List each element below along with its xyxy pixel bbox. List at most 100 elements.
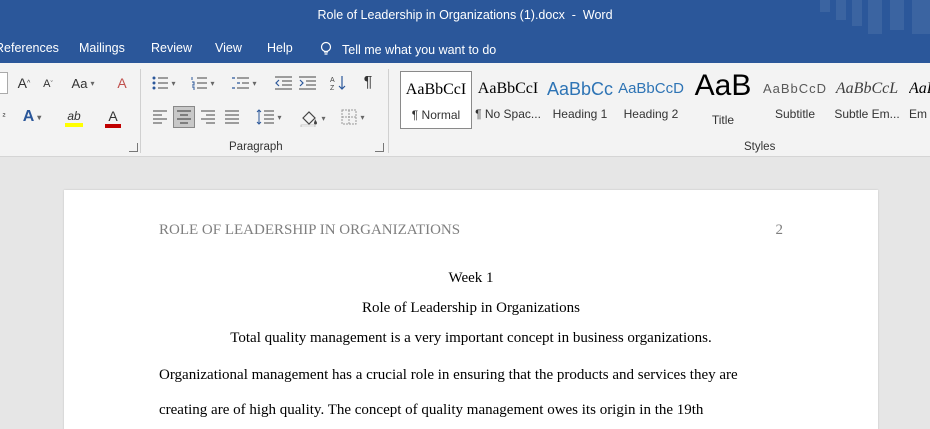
style-sample: AaBl bbox=[909, 80, 930, 97]
sort-az-icon: AZ bbox=[330, 76, 346, 91]
show-formatting-button[interactable]: ¶ bbox=[358, 73, 378, 93]
chevron-down-icon: ▾ bbox=[37, 112, 42, 122]
chevron-down-icon: ▾ bbox=[360, 112, 365, 122]
tab-help[interactable]: Help bbox=[267, 41, 293, 55]
tab-review[interactable]: Review bbox=[151, 41, 192, 55]
paragraph-dialog-launcher[interactable] bbox=[375, 143, 384, 152]
style-name: Subtle Em... bbox=[834, 107, 900, 121]
window-title: Role of Leadership in Organizations (1).… bbox=[0, 8, 930, 22]
tab-view[interactable]: View bbox=[215, 41, 242, 55]
bullets-button[interactable]: ▾ bbox=[150, 74, 178, 92]
style-name: Em bbox=[909, 107, 927, 121]
group-separator bbox=[140, 69, 141, 153]
style-no-spacing[interactable]: AaBbCcI ¶ No Spac... bbox=[472, 71, 544, 129]
body-line: Organizational management has a crucial … bbox=[159, 367, 738, 383]
highlight-button[interactable]: ab bbox=[56, 107, 92, 129]
multilevel-list-button[interactable]: ▾ bbox=[228, 74, 260, 92]
week-heading: Week 1 bbox=[448, 270, 494, 286]
style-sample: AaBbCcI bbox=[477, 80, 539, 97]
font-size-box[interactable] bbox=[0, 72, 8, 94]
style-name: Title bbox=[711, 113, 735, 127]
style-sample: AaBbCcI bbox=[405, 81, 467, 98]
style-name: Heading 1 bbox=[552, 107, 608, 121]
intro-sentence: Total quality management is a very impor… bbox=[230, 330, 712, 346]
change-case-button[interactable]: Aa ▾ bbox=[66, 74, 100, 92]
clear-formatting-button[interactable]: A bbox=[112, 74, 132, 92]
group-separator bbox=[388, 69, 389, 153]
app-name: Word bbox=[582, 8, 613, 22]
shading-button[interactable]: ▾ bbox=[296, 107, 330, 129]
font-dialog-launcher[interactable] bbox=[129, 143, 138, 152]
style-emphasis[interactable]: AaBl Em bbox=[903, 71, 930, 129]
style-sample: AaBbCcD bbox=[762, 81, 828, 96]
caret-up-icon: ^ bbox=[27, 79, 31, 87]
chevron-down-icon: ▾ bbox=[210, 78, 215, 88]
grow-font-icon: A bbox=[17, 75, 28, 91]
chevron-down-icon: ▾ bbox=[277, 112, 282, 122]
style-name: ¶ No Spac... bbox=[475, 107, 541, 121]
style-sample: AaBbCcD bbox=[618, 80, 684, 97]
font-color-button[interactable]: A bbox=[96, 107, 130, 129]
sort-button[interactable]: AZ bbox=[328, 74, 348, 92]
style-name: Subtitle bbox=[774, 107, 816, 121]
pilcrow-icon: ¶ bbox=[363, 74, 373, 91]
highlight-color-swatch bbox=[65, 123, 83, 127]
document-name: Role of Leadership in Organizations (1).… bbox=[317, 8, 565, 22]
caret-down-icon: ˇ bbox=[50, 80, 53, 88]
tab-references[interactable]: References bbox=[0, 41, 59, 55]
text-effects-button[interactable]: A ▾ bbox=[20, 107, 44, 127]
align-right-button[interactable] bbox=[198, 107, 218, 127]
lightbulb-icon bbox=[320, 41, 332, 55]
title-separator: - bbox=[564, 8, 583, 22]
tell-me-text: Tell me what you want to do bbox=[342, 43, 497, 57]
chevron-down-icon: ▾ bbox=[90, 78, 95, 88]
grow-font-button[interactable]: A ^ bbox=[16, 74, 32, 92]
text-effects-icon: A bbox=[22, 108, 35, 125]
style-heading-1[interactable]: AaBbCc Heading 1 bbox=[544, 71, 616, 129]
align-center-icon bbox=[177, 110, 191, 124]
chevron-down-icon: ▾ bbox=[321, 113, 326, 123]
paragraph-group-label: Paragraph bbox=[229, 141, 283, 153]
highlighter-icon: ab bbox=[67, 109, 81, 123]
title-bar: Role of Leadership in Organizations (1).… bbox=[0, 0, 930, 34]
ribbon: A ^ Aˇ Aa ▾ A ² A ▾ ab A ▾ ▾ ▾ AZ ¶ ▾ ▾ … bbox=[0, 63, 930, 157]
change-case-icon: Aa bbox=[71, 75, 88, 91]
numbering-button[interactable]: ▾ bbox=[188, 74, 218, 92]
numbered-list-icon bbox=[191, 77, 208, 90]
page-number: 2 bbox=[775, 222, 784, 238]
style-heading-2[interactable]: AaBbCcD Heading 2 bbox=[615, 71, 687, 129]
decrease-indent-icon bbox=[275, 76, 292, 90]
align-left-button[interactable] bbox=[150, 107, 170, 127]
ribbon-tabs: References Mailings Review View Help Tel… bbox=[0, 34, 930, 63]
style-sample: AaB bbox=[694, 71, 752, 102]
increase-indent-button[interactable] bbox=[296, 74, 318, 92]
document-canvas[interactable]: ROLE OF LEADERSHIP IN ORGANIZATIONS 2 We… bbox=[0, 157, 930, 429]
borders-icon bbox=[341, 109, 357, 125]
style-title[interactable]: AaB Title bbox=[687, 71, 759, 129]
chevron-down-icon: ▾ bbox=[252, 78, 257, 88]
chevron-down-icon: ▾ bbox=[171, 78, 176, 88]
paint-bucket-icon bbox=[301, 111, 318, 127]
shrink-font-button[interactable]: Aˇ bbox=[40, 76, 56, 92]
bullet-list-icon bbox=[152, 76, 169, 90]
borders-button[interactable]: ▾ bbox=[336, 107, 370, 127]
justify-icon bbox=[225, 110, 239, 124]
superscript-button[interactable]: ² bbox=[0, 107, 8, 125]
align-right-icon bbox=[201, 110, 215, 124]
center-button[interactable] bbox=[173, 106, 195, 128]
tab-mailings[interactable]: Mailings bbox=[79, 41, 125, 55]
styles-group-label: Styles bbox=[744, 141, 776, 153]
eraser-icon: A bbox=[117, 75, 127, 91]
shrink-font-icon: A bbox=[43, 78, 51, 90]
tell-me-box[interactable]: Tell me what you want to do bbox=[320, 41, 496, 57]
document-page[interactable]: ROLE OF LEADERSHIP IN ORGANIZATIONS 2 We… bbox=[64, 190, 878, 429]
justify-button[interactable] bbox=[222, 107, 242, 127]
decrease-indent-button[interactable] bbox=[272, 74, 294, 92]
style-subtle-emphasis[interactable]: AaBbCcL Subtle Em... bbox=[831, 71, 903, 129]
style-subtitle[interactable]: AaBbCcD Subtitle bbox=[759, 71, 831, 129]
svg-text:A: A bbox=[330, 77, 335, 84]
style-normal[interactable]: AaBbCcI ¶ Normal bbox=[400, 71, 472, 129]
style-name: ¶ Normal bbox=[411, 108, 461, 122]
line-spacing-button[interactable]: ▾ bbox=[252, 107, 286, 127]
body-line: creating are of high quality. The concep… bbox=[159, 402, 704, 418]
